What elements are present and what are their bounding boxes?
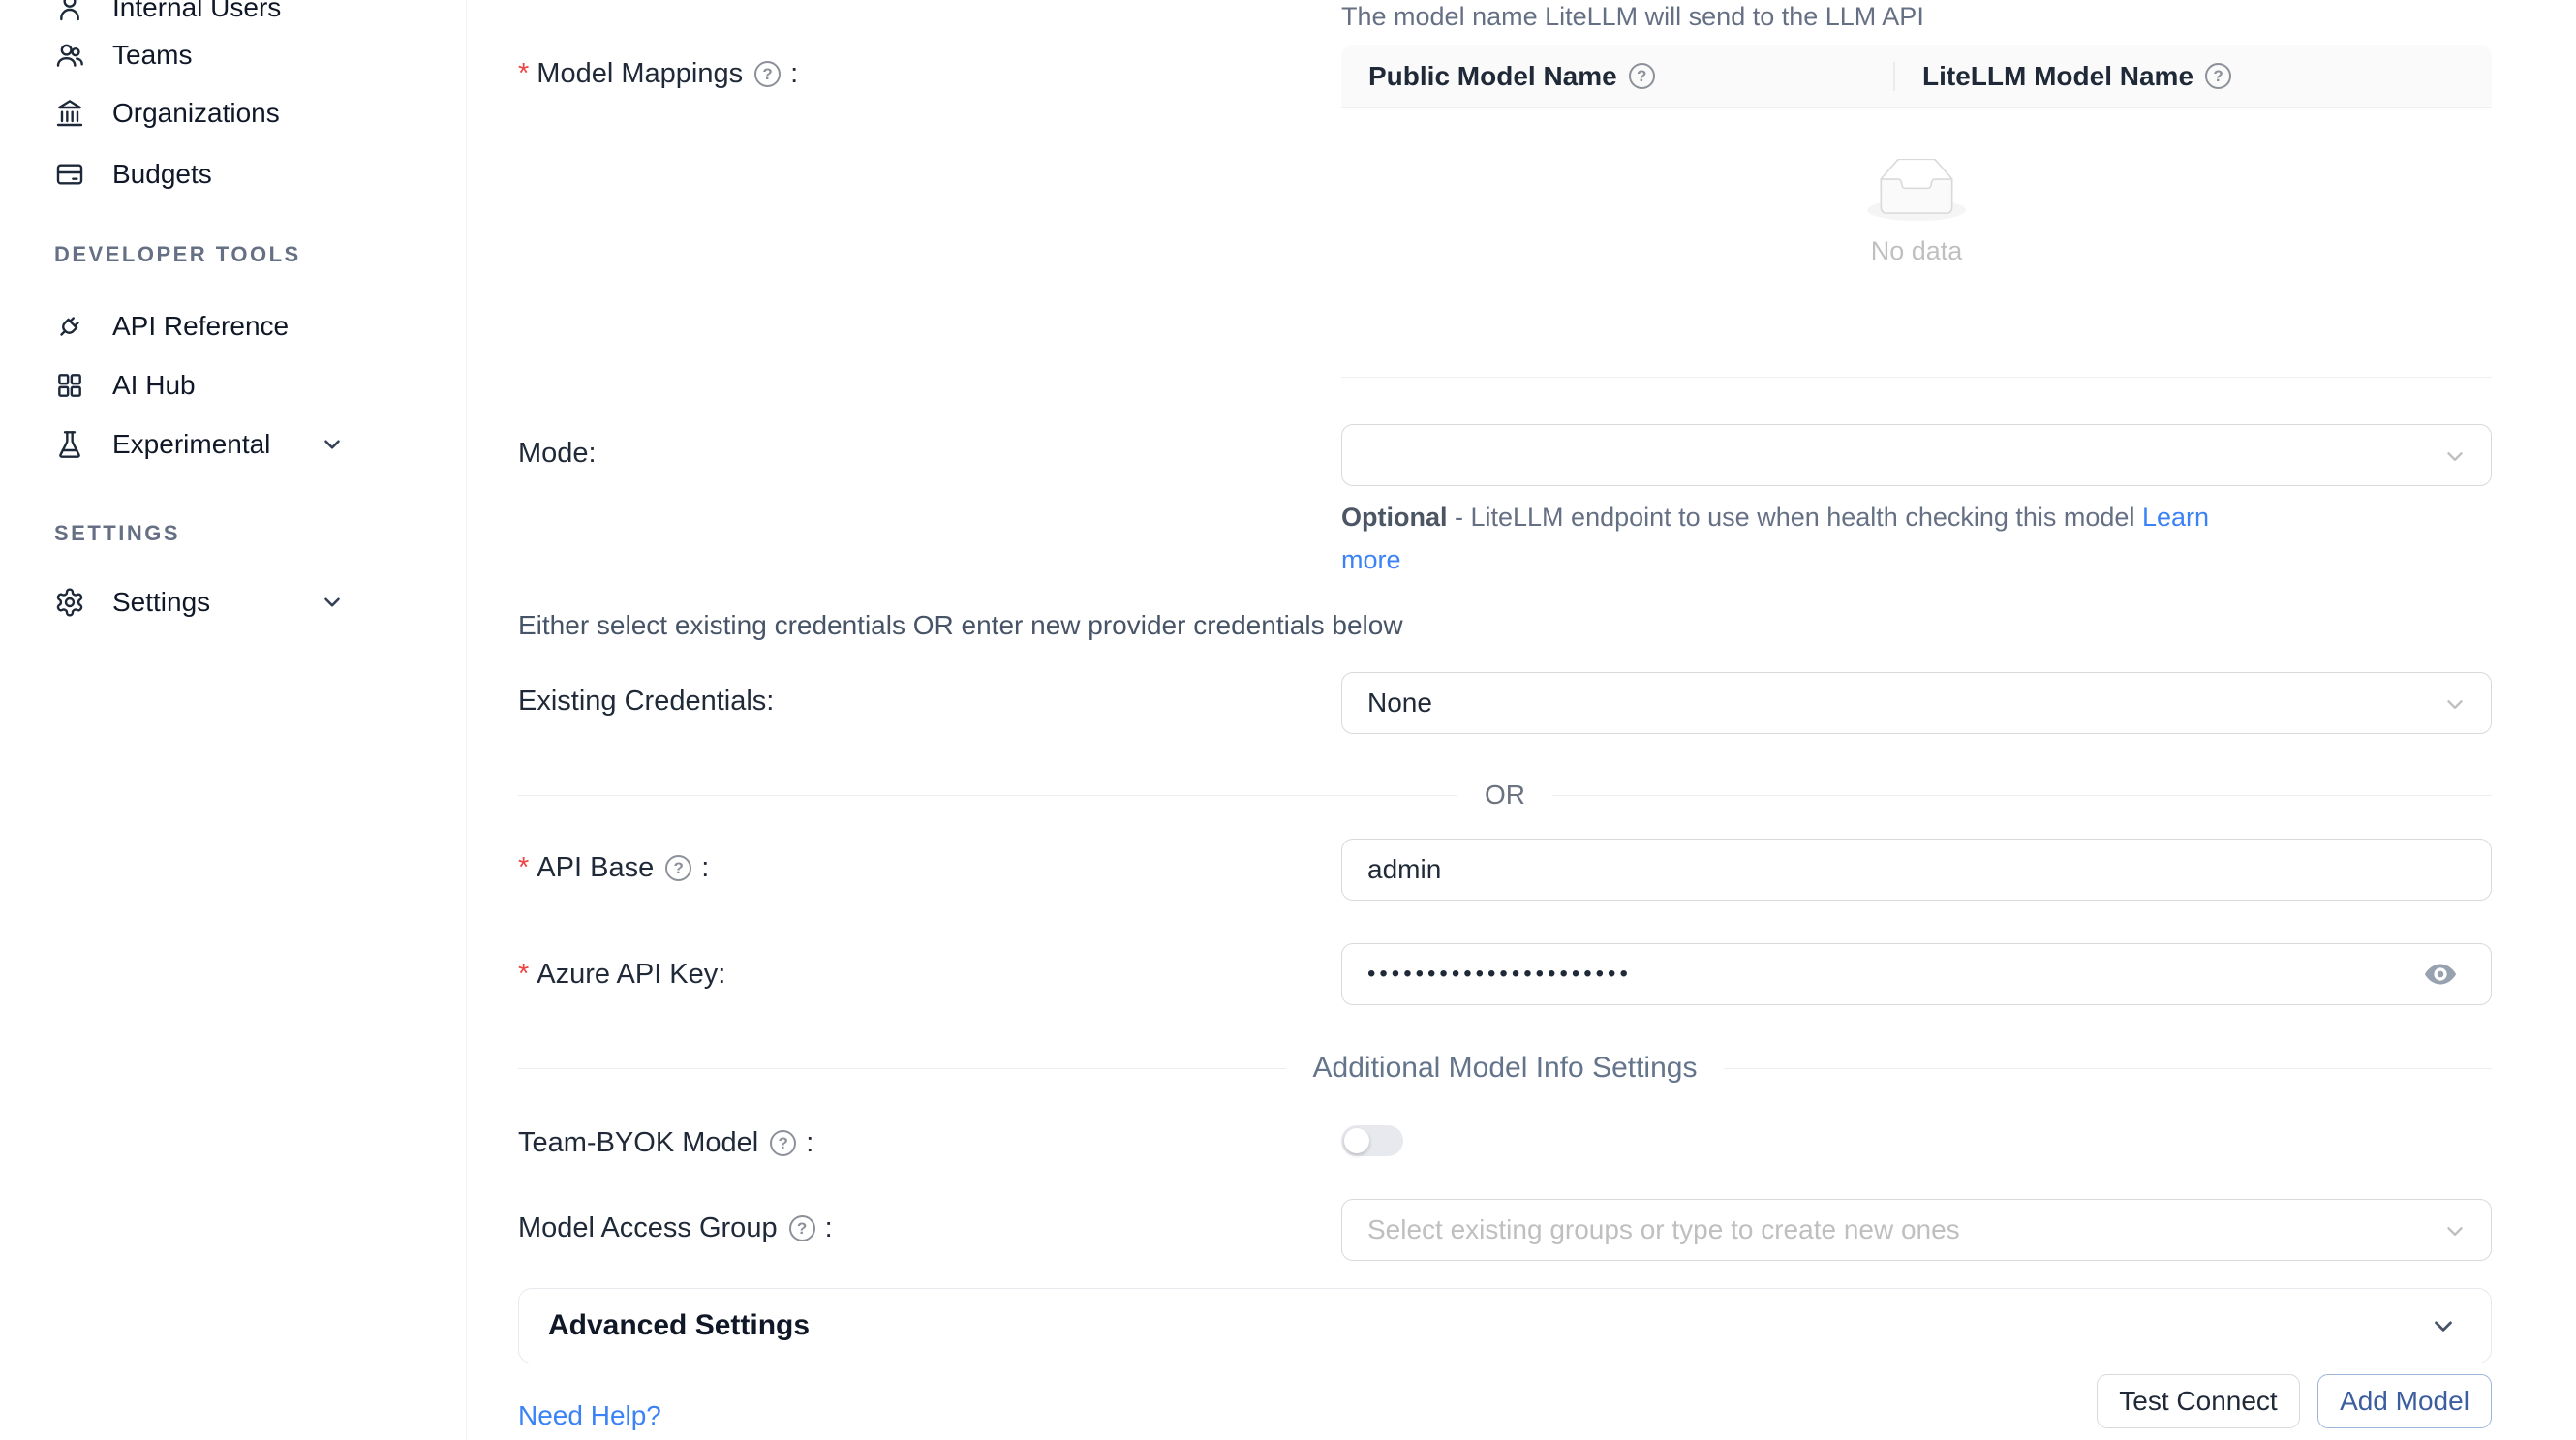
sidebar: Internal Users Teams Organizations Budge… [0,0,467,1440]
model-name-help-text: The model name LiteLLM will send to the … [1341,2,1924,32]
column-header-public-model-name: Public Model Name [1341,61,1893,92]
chevron-down-icon [320,590,345,615]
question-circle-icon[interactable] [754,61,781,87]
sidebar-item-label: API Reference [112,311,289,342]
or-divider: OR [518,781,2492,810]
api-base-label: API Base [518,852,709,884]
teams-icon [54,40,85,71]
add-model-button[interactable]: Add Model [2317,1374,2492,1428]
sidebar-item-label: AI Hub [112,370,196,401]
sidebar-item-organizations[interactable]: Organizations [0,90,467,137]
team-byok-toggle[interactable] [1341,1125,1403,1156]
table-empty-state: No data [1341,159,2492,266]
table-header-row: Public Model Name LiteLLM Model Name [1341,45,2492,108]
question-circle-icon[interactable] [665,855,691,881]
chevron-down-icon [320,432,345,457]
plug-icon [54,311,85,342]
sidebar-item-api-reference[interactable]: API Reference [0,303,467,350]
credentials-note: Either select existing credentials OR en… [518,610,1403,641]
sidebar-item-experimental[interactable]: Experimental [0,421,467,468]
sidebar-section-developer-tools: DEVELOPER TOOLS [54,242,301,267]
question-circle-icon[interactable] [2205,63,2231,89]
sidebar-item-budgets[interactable]: Budgets [0,151,467,198]
chevron-down-icon [2442,691,2468,717]
existing-credentials-label: Existing Credentials [518,686,774,718]
question-circle-icon[interactable] [770,1130,796,1156]
sidebar-item-label: Organizations [112,98,280,129]
sidebar-section-settings: SETTINGS [54,521,180,546]
sidebar-item-label: Experimental [112,429,270,460]
chevron-down-icon [2429,1311,2458,1340]
no-data-text: No data [1871,236,1963,266]
user-icon [54,0,85,23]
required-asterisk [518,852,537,884]
eye-icon [2423,957,2458,992]
required-asterisk [518,58,537,90]
model-mappings-table: Public Model Name LiteLLM Model Name No [1341,45,2492,378]
model-mappings-label: Model Mappings [518,58,798,90]
api-base-input[interactable] [1341,839,2492,901]
grid-icon [54,370,85,401]
bank-icon [54,98,85,129]
mode-select[interactable] [1341,424,2492,486]
test-connect-button[interactable]: Test Connect [2097,1374,2300,1428]
sidebar-item-label: Budgets [112,159,212,190]
additional-model-info-divider: Additional Model Info Settings [518,1052,2492,1085]
question-circle-icon[interactable] [789,1215,815,1241]
azure-api-key-label: Azure API Key [518,959,725,991]
model-access-group-label: Model Access Group [518,1212,833,1244]
toggle-password-visibility-button[interactable] [2417,951,2464,997]
sidebar-item-settings[interactable]: Settings [0,579,467,626]
existing-credentials-select[interactable]: None [1341,672,2492,734]
credit-card-icon [54,159,85,190]
model-access-group-select[interactable]: Select existing groups or type to create… [1341,1199,2492,1261]
sidebar-item-teams[interactable]: Teams [0,32,467,78]
mode-label: Mode [518,438,597,470]
question-circle-icon[interactable] [1629,63,1655,89]
chevron-down-icon [2442,1218,2468,1243]
existing-credentials-value: None [1367,688,1432,719]
sidebar-item-label: Settings [112,587,210,618]
form-actions: Test Connect Add Model [2043,1374,2492,1428]
required-asterisk [518,959,537,991]
chevron-down-icon [2442,444,2468,469]
mode-help-text: Optional - LiteLLM endpoint to use when … [1341,496,2252,581]
empty-inbox-icon [1867,159,1966,223]
toggle-knob [1344,1128,1369,1153]
advanced-settings-panel[interactable]: Advanced Settings [518,1288,2492,1363]
sidebar-item-label: Teams [112,40,192,71]
flask-icon [54,429,85,460]
model-access-group-placeholder: Select existing groups or type to create… [1367,1214,1960,1245]
add-model-page: Internal Users Teams Organizations Budge… [0,0,2576,1440]
gear-icon [54,587,85,618]
column-header-litellm-model-name: LiteLLM Model Name [1895,61,2492,92]
sidebar-item-label: Internal Users [112,0,281,23]
sidebar-item-internal-users[interactable]: Internal Users [0,0,467,31]
azure-api-key-input[interactable] [1341,943,2492,1005]
need-help-link[interactable]: Need Help? [518,1400,661,1431]
team-byok-label: Team-BYOK Model [518,1127,813,1159]
advanced-settings-title: Advanced Settings [548,1309,810,1342]
sidebar-item-ai-hub[interactable]: AI Hub [0,362,467,409]
